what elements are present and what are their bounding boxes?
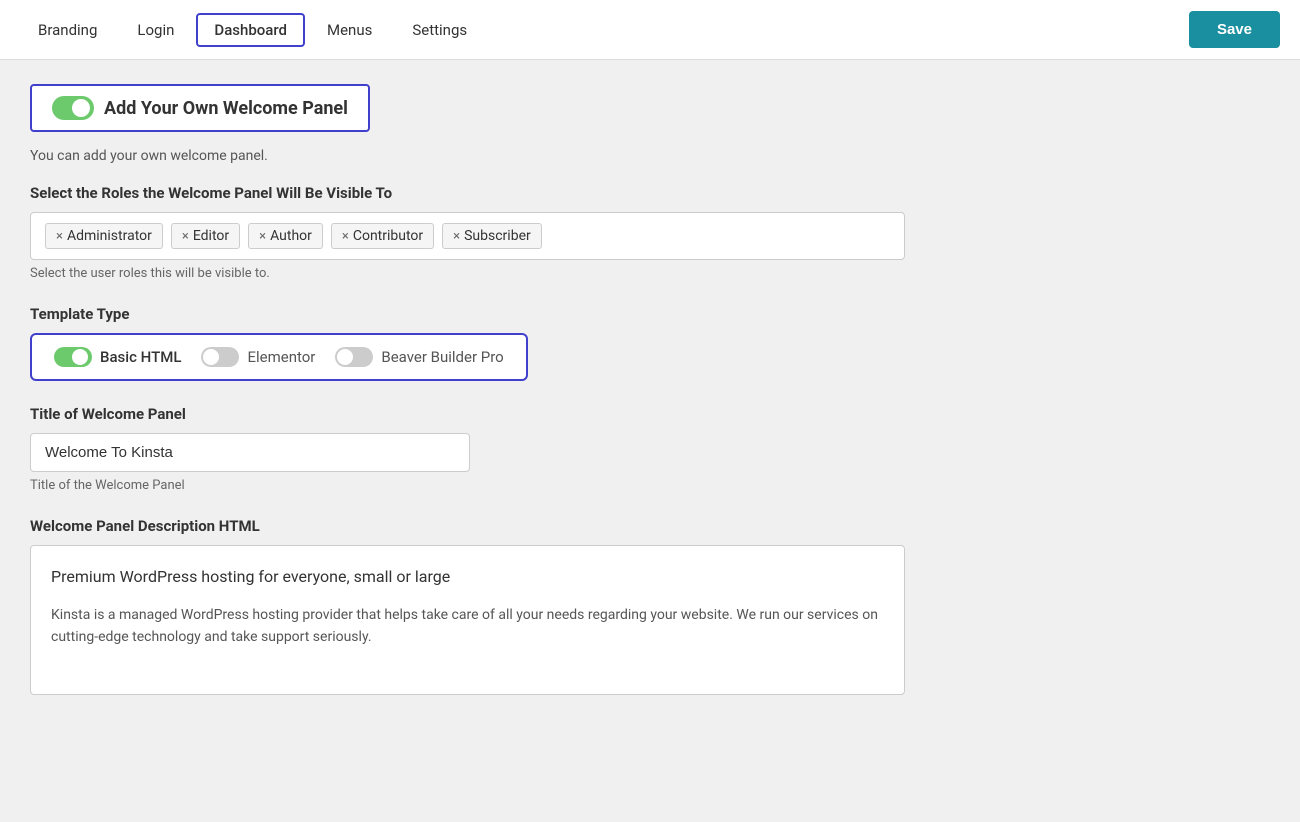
description-section: Welcome Panel Description HTML Premium W… [30, 517, 1110, 695]
nav-login[interactable]: Login [119, 13, 192, 47]
nav-dashboard[interactable]: Dashboard [196, 13, 305, 47]
nav-settings[interactable]: Settings [394, 13, 485, 47]
template-basic-html[interactable]: Basic HTML [54, 347, 181, 367]
role-editor-label: Editor [193, 228, 229, 244]
beaver-builder-toggle[interactable] [335, 347, 373, 367]
role-tag-editor[interactable]: × Editor [171, 223, 240, 249]
description-textarea[interactable]: Premium WordPress hosting for everyone, … [30, 545, 905, 695]
remove-contributor-icon[interactable]: × [342, 229, 349, 244]
title-input[interactable] [30, 433, 470, 472]
desc-line2: Kinsta is a managed WordPress hosting pr… [51, 604, 884, 649]
basic-html-toggle[interactable] [54, 347, 92, 367]
template-type-section: Template Type Basic HTML Elementor [30, 305, 1110, 381]
elementor-toggle[interactable] [201, 347, 239, 367]
roles-box[interactable]: × Administrator × Editor × Author × Cont… [30, 212, 905, 260]
beaver-builder-label: Beaver Builder Pro [381, 348, 503, 366]
template-beaver-builder[interactable]: Beaver Builder Pro [335, 347, 503, 367]
role-tag-subscriber[interactable]: × Subscriber [442, 223, 542, 249]
roles-section-label: Select the Roles the Welcome Panel Will … [30, 184, 1110, 202]
nav-menus[interactable]: Menus [309, 13, 390, 47]
role-administrator-label: Administrator [67, 228, 152, 244]
welcome-panel-toggle[interactable] [52, 96, 94, 120]
remove-author-icon[interactable]: × [259, 229, 266, 244]
title-section-label: Title of Welcome Panel [30, 405, 1110, 423]
save-button[interactable]: Save [1189, 11, 1280, 48]
welcome-panel-description: You can add your own welcome panel. [30, 148, 1110, 164]
template-type-box: Basic HTML Elementor Beaver Builder Pro [30, 333, 528, 381]
title-section: Title of Welcome Panel Title of the Welc… [30, 405, 1110, 493]
elementor-label: Elementor [247, 348, 315, 366]
roles-helper-text: Select the user roles this will be visib… [30, 266, 1110, 281]
role-contributor-label: Contributor [353, 228, 423, 244]
main-content: Add Your Own Welcome Panel You can add y… [0, 60, 1140, 743]
welcome-panel-toggle-box: Add Your Own Welcome Panel [30, 84, 370, 132]
welcome-panel-title: Add Your Own Welcome Panel [104, 98, 348, 119]
template-elementor[interactable]: Elementor [201, 347, 315, 367]
nav-links: Branding Login Dashboard Menus Settings [20, 13, 485, 47]
top-nav: Branding Login Dashboard Menus Settings … [0, 0, 1300, 60]
roles-section: Select the Roles the Welcome Panel Will … [30, 184, 1110, 281]
template-section-label: Template Type [30, 305, 1110, 323]
role-author-label: Author [270, 228, 312, 244]
description-section-label: Welcome Panel Description HTML [30, 517, 1110, 535]
basic-html-label: Basic HTML [100, 348, 181, 366]
remove-subscriber-icon[interactable]: × [453, 229, 460, 244]
role-subscriber-label: Subscriber [464, 228, 531, 244]
desc-line1: Premium WordPress hosting for everyone, … [51, 564, 884, 590]
remove-editor-icon[interactable]: × [182, 229, 189, 244]
remove-administrator-icon[interactable]: × [56, 229, 63, 244]
role-tag-author[interactable]: × Author [248, 223, 323, 249]
title-helper-text: Title of the Welcome Panel [30, 478, 1110, 493]
nav-branding[interactable]: Branding [20, 13, 115, 47]
role-tag-administrator[interactable]: × Administrator [45, 223, 163, 249]
role-tag-contributor[interactable]: × Contributor [331, 223, 434, 249]
